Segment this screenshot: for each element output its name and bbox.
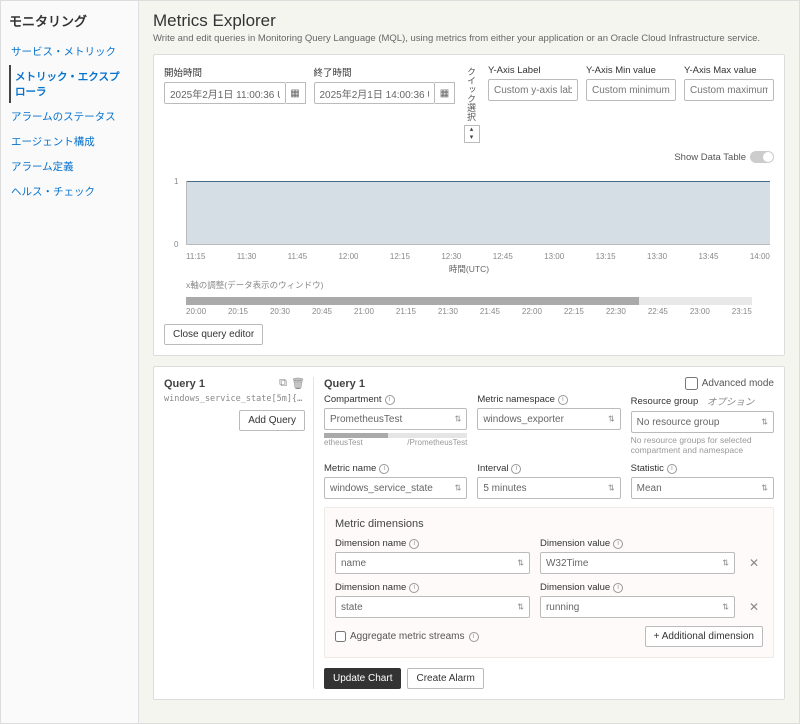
- start-time-input[interactable]: [164, 82, 286, 104]
- chart-x-ticks: 11:15 11:30 11:45 12:00 12:15 12:30 12:4…: [186, 252, 770, 261]
- info-icon[interactable]: i: [613, 539, 623, 549]
- metrics-chart: 1 0 11:15 11:30 11:45 12:00 12:15 12:30 …: [164, 181, 774, 261]
- namespace-label: Metric namespace: [477, 394, 555, 405]
- compartment-label: Compartment: [324, 394, 382, 405]
- chart-series-fill: [187, 181, 770, 244]
- chart-overview-note: x軸の調整(データ表示のウィンドウ): [186, 279, 774, 291]
- sidebar-item-service-metrics[interactable]: サービス・メトリック: [9, 40, 130, 63]
- info-icon[interactable]: i: [409, 539, 419, 549]
- metric-name-label: Metric name: [324, 463, 376, 474]
- main-content: Metrics Explorer Write and edit queries …: [139, 1, 799, 723]
- query-editor-title: Query 1: [324, 378, 365, 390]
- chart-ytick-0: 0: [174, 240, 178, 249]
- calendar-icon[interactable]: ▦: [435, 82, 455, 104]
- resource-group-label: Resource group: [631, 396, 699, 407]
- chart-x-axis-title: 時間(UTC): [164, 263, 774, 275]
- sidebar-item-alarm-status[interactable]: アラームのステータス: [9, 105, 130, 128]
- quick-select-label: クイック選択: [463, 65, 480, 123]
- quick-select-spinner[interactable]: ▴▾: [464, 125, 480, 143]
- yaxis-min-label: Y-Axis Min value: [586, 65, 676, 76]
- dimension-value-select[interactable]: [540, 552, 735, 574]
- update-chart-button[interactable]: Update Chart: [324, 668, 401, 689]
- query-list-panel: Query 1 ⧉ 🗑 windows_service_state[5m]{na…: [164, 377, 314, 689]
- query-code-preview: windows_service_state[5m]{name = "W32Tim…: [164, 394, 305, 404]
- chart-card: 開始時間 ▦ 終了時間 ▦ クイック選択 ▴▾: [153, 54, 785, 356]
- show-data-table-label: Show Data Table: [674, 152, 746, 163]
- sidebar-item-metrics-explorer[interactable]: メトリック・エクスプローラ: [9, 65, 130, 103]
- delete-icon[interactable]: 🗑: [291, 377, 305, 390]
- sidebar-item-agent-config[interactable]: エージェント構成: [9, 130, 130, 153]
- metric-dimensions-heading: Metric dimensions: [335, 518, 763, 530]
- chart-overview-scrollbar[interactable]: [186, 297, 752, 305]
- query-editor-panel: Query 1 Advanced mode Compartmenti ⇅ eth…: [314, 377, 774, 689]
- page-subtitle: Write and edit queries in Monitoring Que…: [153, 33, 785, 44]
- query-list-title: Query 1: [164, 378, 205, 390]
- sidebar: モニタリング サービス・メトリック メトリック・エクスプローラ アラームのステー…: [1, 1, 139, 723]
- remove-dimension-icon[interactable]: ✕: [745, 552, 763, 574]
- resource-group-select[interactable]: [631, 411, 774, 433]
- compartment-select[interactable]: [324, 408, 467, 430]
- dimension-name-select[interactable]: [335, 596, 530, 618]
- sidebar-item-alarm-definitions[interactable]: アラーム定義: [9, 155, 130, 178]
- yaxis-max-input[interactable]: [684, 79, 774, 101]
- info-icon[interactable]: i: [511, 464, 521, 474]
- add-dimension-button[interactable]: + Additional dimension: [645, 626, 763, 647]
- yaxis-min-input[interactable]: [586, 79, 676, 101]
- namespace-select[interactable]: [477, 408, 620, 430]
- metric-name-select[interactable]: [324, 477, 467, 499]
- page-title: Metrics Explorer: [153, 11, 785, 31]
- info-icon[interactable]: i: [379, 464, 389, 474]
- info-icon[interactable]: i: [385, 395, 395, 405]
- show-data-table-toggle[interactable]: [750, 151, 774, 163]
- chart-ytick-1: 1: [174, 177, 178, 186]
- sidebar-title: モニタリング: [9, 11, 130, 30]
- advanced-mode-toggle[interactable]: Advanced mode: [685, 377, 774, 390]
- aggregate-streams-checkbox[interactable]: Aggregate metric streams i: [335, 631, 479, 642]
- end-time-label: 終了時間: [314, 65, 456, 79]
- yaxis-label-label: Y-Axis Label: [488, 65, 578, 76]
- start-time-label: 開始時間: [164, 65, 306, 79]
- close-query-editor-button[interactable]: Close query editor: [164, 324, 263, 345]
- metric-dimensions-panel: Metric dimensions Dimension namei ⇅ Dime…: [324, 507, 774, 658]
- compartment-scrollbar[interactable]: [324, 433, 467, 438]
- yaxis-max-label: Y-Axis Max value: [684, 65, 774, 76]
- interval-select[interactable]: [477, 477, 620, 499]
- info-icon[interactable]: i: [409, 583, 419, 593]
- remove-dimension-icon[interactable]: ✕: [745, 596, 763, 618]
- end-time-input[interactable]: [314, 82, 436, 104]
- info-icon[interactable]: i: [558, 395, 568, 405]
- interval-label: Interval: [477, 463, 508, 474]
- dimension-value-select[interactable]: [540, 596, 735, 618]
- statistic-label: Statistic: [631, 463, 664, 474]
- calendar-icon[interactable]: ▦: [286, 82, 306, 104]
- copy-icon[interactable]: ⧉: [279, 377, 287, 390]
- yaxis-label-input[interactable]: [488, 79, 578, 101]
- create-alarm-button[interactable]: Create Alarm: [407, 668, 483, 689]
- resource-group-note: No resource groups for selected compartm…: [631, 435, 774, 455]
- statistic-select[interactable]: [631, 477, 774, 499]
- info-icon[interactable]: i: [469, 632, 479, 642]
- sidebar-item-health-checks[interactable]: ヘルス・チェック: [9, 180, 130, 203]
- dimension-name-select[interactable]: [335, 552, 530, 574]
- chart-overview-ticks: 20:00 20:15 20:30 20:45 21:00 21:15 21:3…: [186, 307, 752, 316]
- query-editor-card: Query 1 ⧉ 🗑 windows_service_state[5m]{na…: [153, 366, 785, 700]
- info-icon[interactable]: i: [613, 583, 623, 593]
- info-icon[interactable]: i: [667, 464, 677, 474]
- add-query-button[interactable]: Add Query: [239, 410, 305, 431]
